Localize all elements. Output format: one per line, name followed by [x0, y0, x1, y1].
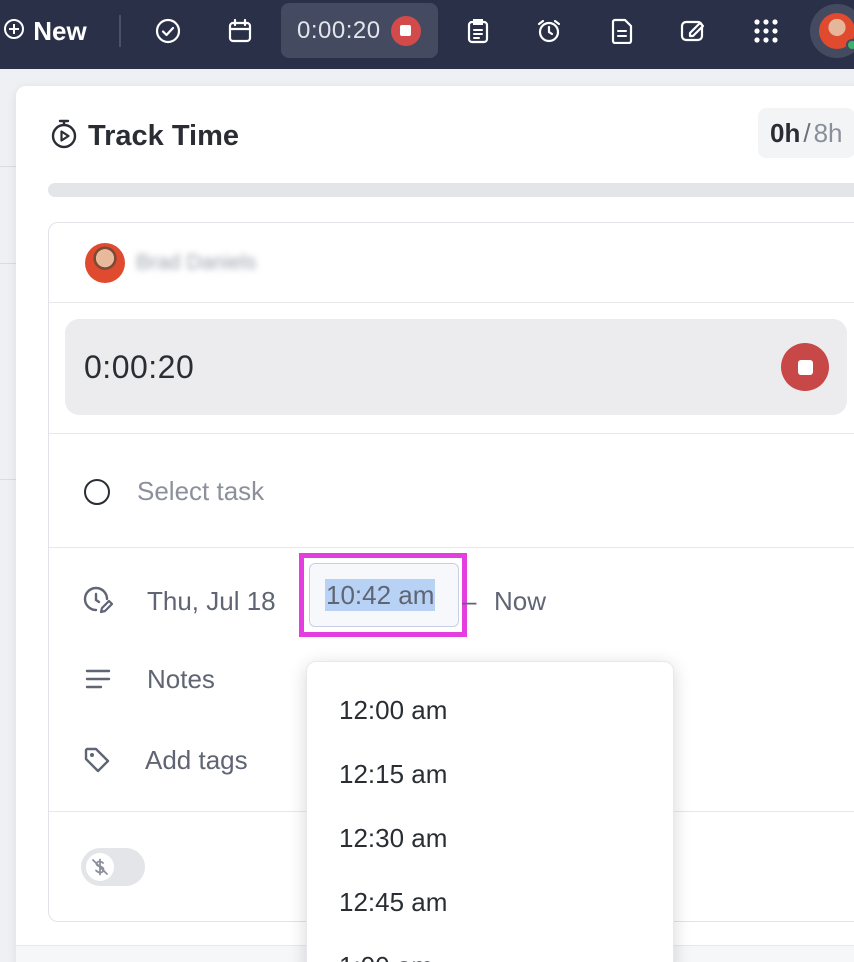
stop-timer-button[interactable] — [781, 343, 829, 391]
tag-icon — [83, 746, 111, 779]
start-time-highlight: 10:42 am — [299, 553, 467, 637]
start-time-dropdown: 12:00 am 12:15 am 12:30 am 12:45 am 1:00… — [306, 661, 674, 962]
running-timer-value: 0:00:20 — [297, 16, 381, 44]
new-button[interactable]: New — [0, 0, 100, 62]
check-circle-icon[interactable] — [146, 0, 190, 62]
divider — [49, 433, 854, 434]
daily-progress-bar — [48, 183, 854, 197]
avatar — [85, 243, 125, 283]
running-timer-button[interactable]: 0:00:20 — [281, 3, 438, 58]
background-divider — [0, 263, 16, 264]
add-tags-field[interactable]: Add tags — [145, 745, 248, 776]
page-title: Track Time — [88, 120, 240, 152]
online-status-dot — [846, 39, 854, 51]
new-button-label: New — [33, 15, 87, 46]
profile-avatar-button[interactable] — [810, 4, 854, 58]
avatar — [819, 13, 854, 51]
notes-icon — [85, 668, 111, 695]
time-option[interactable]: 12:30 am — [307, 806, 673, 870]
top-bar: New 0:00:20 — [0, 0, 854, 69]
time-range-separator: – — [462, 586, 477, 616]
divider — [49, 302, 854, 303]
hours-goal: 8h — [813, 117, 843, 148]
panel-header: Track Time — [50, 119, 239, 154]
no-dollar-icon — [86, 853, 114, 881]
hours-tracked: 0h — [770, 117, 801, 148]
clipboard-icon[interactable] — [456, 0, 500, 62]
hours-separator: / — [803, 117, 811, 148]
stop-timer-icon[interactable] — [390, 15, 421, 46]
document-icon[interactable] — [600, 0, 644, 62]
apps-grid-icon[interactable] — [744, 0, 788, 62]
stopwatch-icon — [50, 119, 78, 154]
assignee-name: Brad Daniels — [136, 251, 257, 274]
background-divider — [0, 479, 16, 480]
assignee-row[interactable]: Brad Daniels — [85, 243, 256, 283]
time-option[interactable]: 12:00 am — [307, 678, 673, 742]
plus-circle-icon — [3, 18, 25, 45]
start-time-input[interactable]: 10:42 am — [309, 563, 459, 627]
hours-summary: 0h / 8h — [758, 108, 854, 158]
divider — [49, 547, 854, 548]
alarm-icon[interactable] — [527, 0, 571, 62]
background-divider — [0, 166, 16, 167]
calendar-icon[interactable] — [218, 0, 262, 62]
clock-edit-icon — [83, 586, 114, 621]
toolbar-divider — [119, 15, 121, 47]
end-time-now[interactable]: Now — [494, 586, 546, 617]
task-status-circle-icon[interactable] — [84, 479, 110, 505]
billable-toggle[interactable] — [81, 848, 145, 886]
notes-field[interactable]: Notes — [147, 664, 215, 695]
timer-value: 0:00:20 — [84, 349, 195, 385]
time-option[interactable]: 12:15 am — [307, 742, 673, 806]
edit-icon[interactable] — [672, 0, 716, 62]
start-time-value: 10:42 am — [325, 579, 436, 611]
time-options-list: 12:00 am 12:15 am 12:30 am 12:45 am 1:00… — [307, 662, 673, 962]
stop-icon — [797, 359, 813, 375]
entry-date[interactable]: Thu, Jul 18 — [147, 586, 276, 617]
select-task-field[interactable]: Select task — [137, 476, 264, 507]
timer-display: 0:00:20 — [65, 319, 847, 415]
time-option[interactable]: 1:00 am — [307, 934, 673, 962]
time-option[interactable]: 12:45 am — [307, 870, 673, 934]
